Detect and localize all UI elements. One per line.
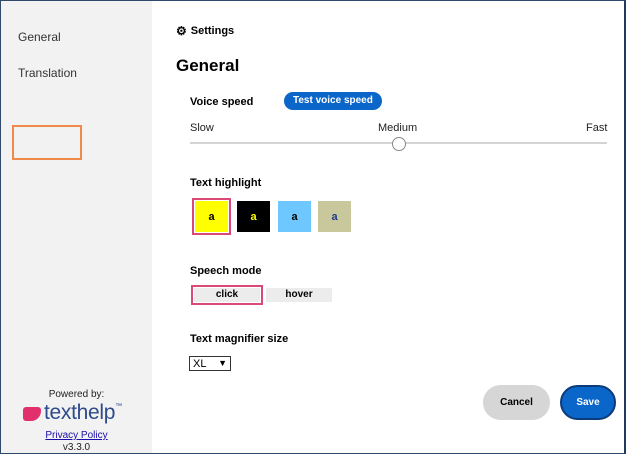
page-title: General (176, 56, 240, 75)
text-magnifier-label: Text magnifier size (190, 333, 289, 345)
cancel-button[interactable]: Cancel (483, 385, 550, 420)
speech-mode-hover-button[interactable]: hover (266, 288, 332, 302)
sidebar-focus-indicator[interactable] (12, 125, 82, 160)
save-button[interactable]: Save (560, 385, 616, 420)
speed-slow-label: Slow (190, 122, 214, 134)
speech-bubble-icon (23, 407, 41, 421)
privacy-policy-link[interactable]: Privacy Policy (1, 430, 152, 441)
texthelp-logo[interactable]: texthelp ™ (23, 401, 122, 425)
voice-speed-label: Voice speed (190, 96, 254, 108)
speech-mode-label: Speech mode (190, 265, 262, 277)
version-label: v3.3.0 (62, 442, 91, 453)
logo-text: texthelp (44, 401, 116, 424)
highlight-swatch-blue[interactable]: a (278, 201, 311, 232)
speed-medium-label: Medium (378, 122, 418, 134)
chevron-down-icon: ▼ (218, 358, 227, 368)
voice-speed-slider-thumb[interactable] (392, 137, 406, 151)
speech-mode-click-button[interactable]: click (191, 285, 263, 305)
sidebar-item-translation[interactable]: Translation (18, 66, 77, 80)
settings-panel: ⚙ Settings General Voice speed Test voic… (152, 1, 624, 453)
breadcrumb: ⚙ Settings (176, 24, 234, 38)
test-voice-speed-button[interactable]: Test voice speed (284, 92, 382, 110)
highlight-swatch-yellow[interactable]: a (192, 198, 231, 235)
speed-fast-label: Fast (586, 122, 608, 134)
magnifier-size-value: XL (193, 357, 207, 370)
magnifier-size-select[interactable]: XL ▼ (189, 356, 231, 371)
breadcrumb-label: Settings (190, 25, 235, 37)
powered-by-label: Powered by: (48, 389, 105, 400)
gear-icon: ⚙ (176, 24, 187, 38)
highlight-swatch-black[interactable]: a (237, 201, 270, 232)
text-highlight-label: Text highlight (190, 177, 262, 189)
sidebar-item-general[interactable]: General (18, 30, 61, 44)
trademark-mark: ™ (115, 403, 123, 410)
highlight-swatch-khaki[interactable]: a (318, 201, 351, 232)
sidebar: General Translation Powered by: texthelp… (1, 1, 152, 453)
